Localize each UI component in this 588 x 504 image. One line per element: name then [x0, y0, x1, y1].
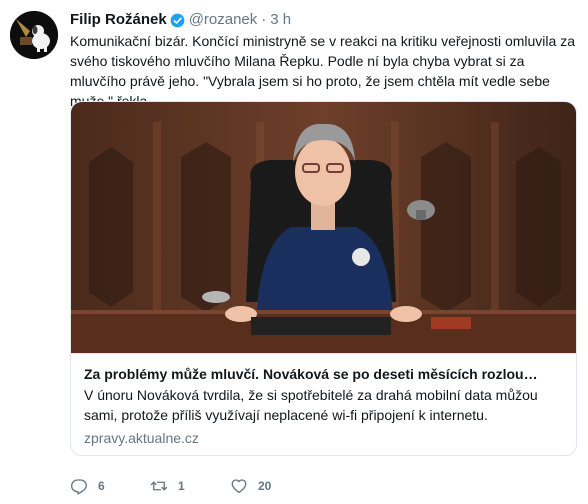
timestamp[interactable]: 3 h [270, 10, 291, 30]
card-title[interactable]: Za problémy může mluvčí. Nováková se po … [84, 364, 566, 384]
author-handle[interactable]: @rozanek [189, 10, 258, 30]
separator-dot: · [261, 11, 267, 28]
heart-icon [231, 479, 247, 494]
reply-button[interactable]: 6 [70, 477, 150, 495]
link-card[interactable]: Za problémy může mluvčí. Nováková se po … [70, 101, 577, 456]
tweet[interactable]: Filip Rožánek @rozanek · 3 h Komunikační… [0, 0, 588, 504]
reply-icon [70, 479, 88, 495]
like-button[interactable]: 20 [230, 477, 310, 495]
tweet-actions: 6 1 20 [70, 474, 310, 498]
card-description: V únoru Nováková tvrdila, že si spotřebi… [84, 387, 538, 423]
dog-gramophone-icon [10, 11, 58, 59]
photo-icon [71, 102, 576, 353]
retweet-icon [150, 481, 168, 491]
card-domain: zpravy.aktualne.cz [84, 430, 199, 446]
tweet-header: Filip Rožánek @rozanek · 3 h [70, 10, 291, 30]
verified-badge-icon [170, 13, 185, 28]
reply-count: 6 [98, 479, 105, 493]
retweet-button[interactable]: 1 [150, 477, 230, 495]
author-name[interactable]: Filip Rožánek [70, 10, 167, 30]
card-image[interactable] [71, 102, 576, 354]
avatar[interactable] [10, 11, 58, 59]
retweet-count: 1 [178, 479, 185, 493]
tweet-text: Komunikační bizár. Končící ministryně se… [70, 33, 575, 109]
like-count: 20 [258, 479, 272, 493]
